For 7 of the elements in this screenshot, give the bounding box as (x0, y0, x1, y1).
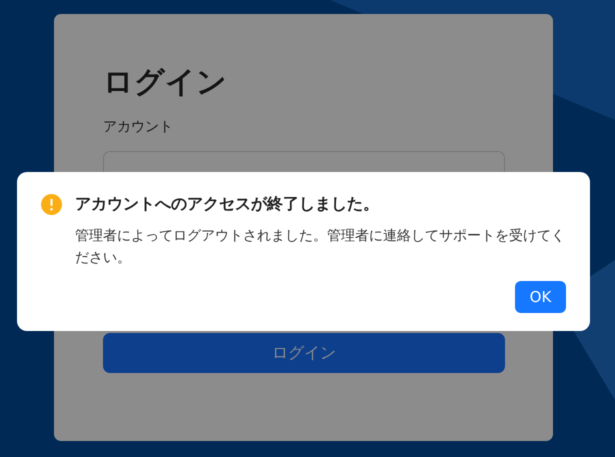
login-title: ログイン (103, 65, 227, 101)
dialog-title: アカウントへのアクセスが終了しました。 (75, 193, 379, 215)
login-button[interactable]: ログイン (103, 333, 505, 373)
dialog-message: 管理者によってログアウトされました。管理者に連絡してサポートを受けてください。 (75, 227, 565, 268)
account-label: アカウント (103, 118, 173, 137)
ok-button[interactable]: OK (515, 281, 566, 313)
warning-icon (41, 194, 62, 214)
